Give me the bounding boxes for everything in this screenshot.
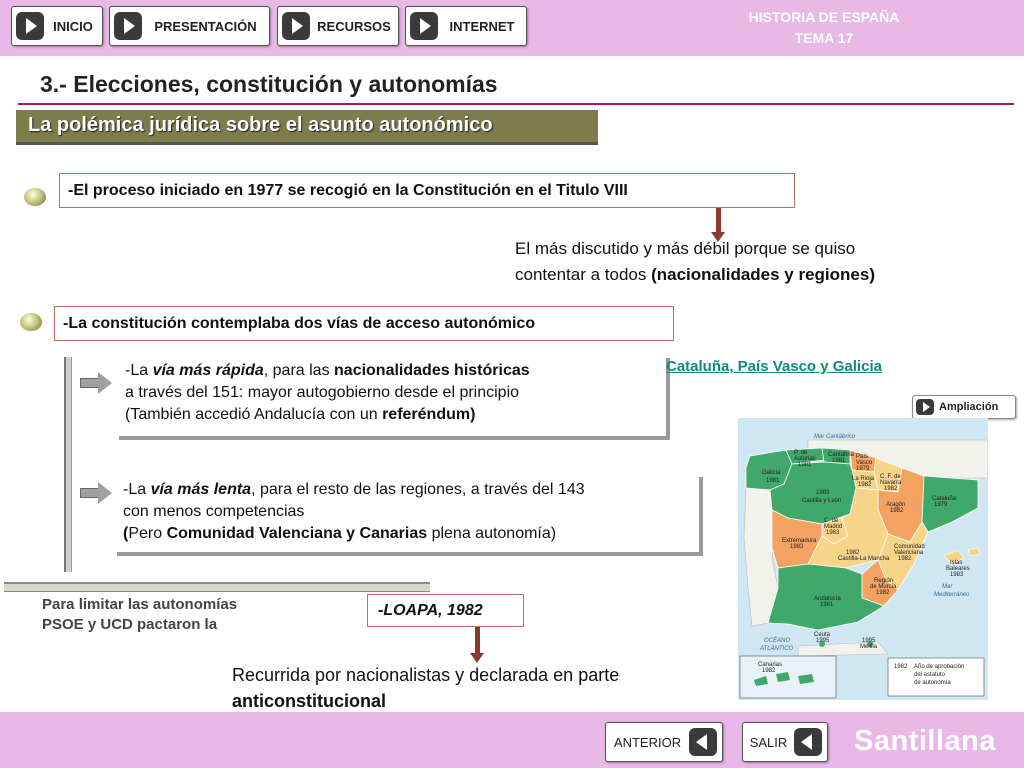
- fast-way-box: -La vía más rápida, para las nacionalida…: [119, 358, 670, 440]
- nav-button-inicio[interactable]: INICIO: [11, 6, 103, 46]
- svg-text:1979: 1979: [856, 466, 870, 472]
- fast-line2: a través del 151: mayor autogobierno des…: [125, 384, 520, 401]
- two-ways-text: -La constitución contemplaba dos vías de…: [63, 314, 536, 332]
- svg-text:1995: 1995: [816, 638, 830, 644]
- header-title: HISTORIA DE ESPAÑA TEMA 17: [724, 7, 924, 49]
- svg-text:1982: 1982: [762, 668, 776, 674]
- nav-button-recursos[interactable]: RECURSOS: [277, 6, 399, 46]
- svg-text:1979: 1979: [934, 502, 948, 508]
- svg-text:1983: 1983: [790, 544, 804, 550]
- map-svg: Mar Cantábrico Mar Mediterráneo OCÉANO A…: [738, 418, 988, 700]
- anterior-button[interactable]: ANTERIOR: [605, 722, 723, 762]
- spain-autonomies-map: Mar Cantábrico Mar Mediterráneo OCÉANO A…: [738, 418, 988, 700]
- sea-label: Mediterráneo: [934, 592, 970, 598]
- svg-text:1983: 1983: [826, 530, 840, 536]
- svg-text:1981: 1981: [766, 478, 780, 484]
- ampliacion-label: Ampliación: [939, 401, 999, 413]
- slide-title: 3.- Elecciones, constitución y autonomía…: [40, 71, 498, 97]
- nav-label: INICIO: [53, 18, 93, 34]
- recurrida-line2: anticonstitucional: [232, 691, 387, 711]
- top-bar: INICIO PRESENTACIÓN RECURSOS INTERNET HI…: [0, 0, 1024, 56]
- svg-text:1982: 1982: [884, 486, 898, 492]
- process-text: -El proceso iniciado en 1977 se recogió …: [68, 181, 628, 199]
- svg-text:1982: 1982: [898, 556, 912, 562]
- slow-way-box: -La vía más lenta, para el resto de las …: [117, 477, 703, 556]
- nav-label: PRESENTACIÓN: [154, 18, 257, 34]
- loapa-text: LOAPA, 1982: [383, 601, 483, 619]
- sea-label: Mar: [942, 584, 953, 590]
- slow-line2: con menos competencias: [123, 503, 305, 520]
- recurrida-line1: Recurrida por nacionalistas y declarada …: [232, 665, 620, 685]
- svg-text:1982: 1982: [890, 508, 904, 514]
- limit-bar: [4, 582, 430, 592]
- svg-text:1981: 1981: [820, 602, 834, 608]
- subtitle-band: La polémica jurídica sobre el asunto aut…: [16, 110, 598, 145]
- right-arrow-icon: [80, 372, 114, 394]
- note-line1: El más discutido y más débil porque se q…: [515, 239, 856, 258]
- svg-text:1982: 1982: [858, 482, 872, 488]
- header-title-line2: TEMA 17: [794, 30, 854, 46]
- svg-text:1982: 1982: [846, 550, 860, 556]
- play-icon: [410, 12, 438, 40]
- bullet-icon: [20, 313, 42, 331]
- play-icon: [282, 12, 310, 40]
- sea-label: OCÉANO: [764, 637, 790, 644]
- svg-text:1983: 1983: [950, 572, 964, 578]
- slow-line3: (Pero Comunidad Valenciana y Canarias pl…: [123, 525, 557, 542]
- recurrida-note: Recurrida por nacionalistas y declarada …: [232, 662, 619, 714]
- salir-button[interactable]: SALIR: [742, 722, 828, 762]
- brand-logo: Santillana: [854, 725, 996, 757]
- footer-bar: ANTERIOR SALIR Santillana: [0, 712, 1024, 768]
- vertical-bar: [64, 357, 72, 572]
- sea-label: Mar Cantábrico: [814, 434, 856, 440]
- fast-line3: (También accedió Andalucía con un referé…: [125, 406, 476, 423]
- title-divider: [18, 103, 1014, 105]
- limit-line2: PSOE y UCD pactaron la: [42, 616, 218, 633]
- svg-text:1981: 1981: [832, 458, 846, 464]
- svg-text:1982: 1982: [876, 590, 890, 596]
- process-box: -El proceso iniciado en 1977 se recogió …: [59, 173, 795, 208]
- svg-text:Melilla: Melilla: [860, 644, 878, 650]
- legend-year: 1982: [894, 664, 908, 670]
- nav-button-presentacion[interactable]: PRESENTACIÓN: [109, 6, 270, 46]
- down-arrow-icon: [470, 627, 484, 663]
- svg-text:1981: 1981: [798, 462, 812, 468]
- note-line2: contentar a todos (nacionalidades y regi…: [515, 262, 875, 288]
- svg-text:Castilla y León: Castilla y León: [802, 498, 841, 504]
- salir-label: SALIR: [749, 734, 788, 750]
- play-icon: [916, 399, 934, 415]
- limit-line1: Para limitar las autonomías: [42, 596, 238, 613]
- legend-text: Año de aprobación: [914, 664, 964, 670]
- subtitle: La polémica jurídica sobre el asunto aut…: [28, 114, 493, 136]
- bullet-icon: [24, 188, 46, 206]
- legend-text: del estatuto: [914, 672, 946, 678]
- historic-nationalities-link[interactable]: Cataluña, País Vasco y Galicia: [666, 358, 882, 375]
- note-line2-a: contentar a todos: [515, 265, 652, 284]
- svg-text:Castilla-La Mancha: Castilla-La Mancha: [838, 556, 890, 562]
- loapa-box: - LOAPA, 1982: [367, 594, 524, 627]
- legend-text: de autonomía: [914, 680, 951, 686]
- header-title-line1: HISTORIA DE ESPAÑA: [748, 9, 900, 25]
- note-discutido: El más discutido y más débil porque se q…: [515, 236, 875, 288]
- anterior-label: ANTERIOR: [613, 734, 682, 750]
- ampliacion-button[interactable]: Ampliación: [912, 395, 1016, 419]
- nav-button-internet[interactable]: INTERNET: [405, 6, 527, 46]
- fast-line1: -La vía más rápida, para las nacionalida…: [125, 362, 530, 379]
- play-icon: [16, 12, 44, 40]
- play-icon: [114, 12, 142, 40]
- back-arrow-icon: [689, 728, 717, 756]
- svg-text:Galicia: Galicia: [762, 470, 781, 476]
- two-ways-box: -La constitución contemplaba dos vías de…: [54, 306, 674, 341]
- nav-label: RECURSOS: [317, 18, 391, 34]
- svg-text:1983: 1983: [816, 490, 830, 496]
- nav-label: INTERNET: [449, 18, 515, 34]
- right-arrow-icon: [80, 482, 114, 504]
- sea-label: ATLÁNTICO: [759, 645, 794, 652]
- note-line2-b: (nacionalidades y regiones): [651, 265, 875, 284]
- limit-text: Para limitar las autonomías PSOE y UCD p…: [42, 595, 237, 635]
- slow-line1: -La vía más lenta, para el resto de las …: [123, 481, 585, 498]
- back-arrow-icon: [794, 728, 822, 756]
